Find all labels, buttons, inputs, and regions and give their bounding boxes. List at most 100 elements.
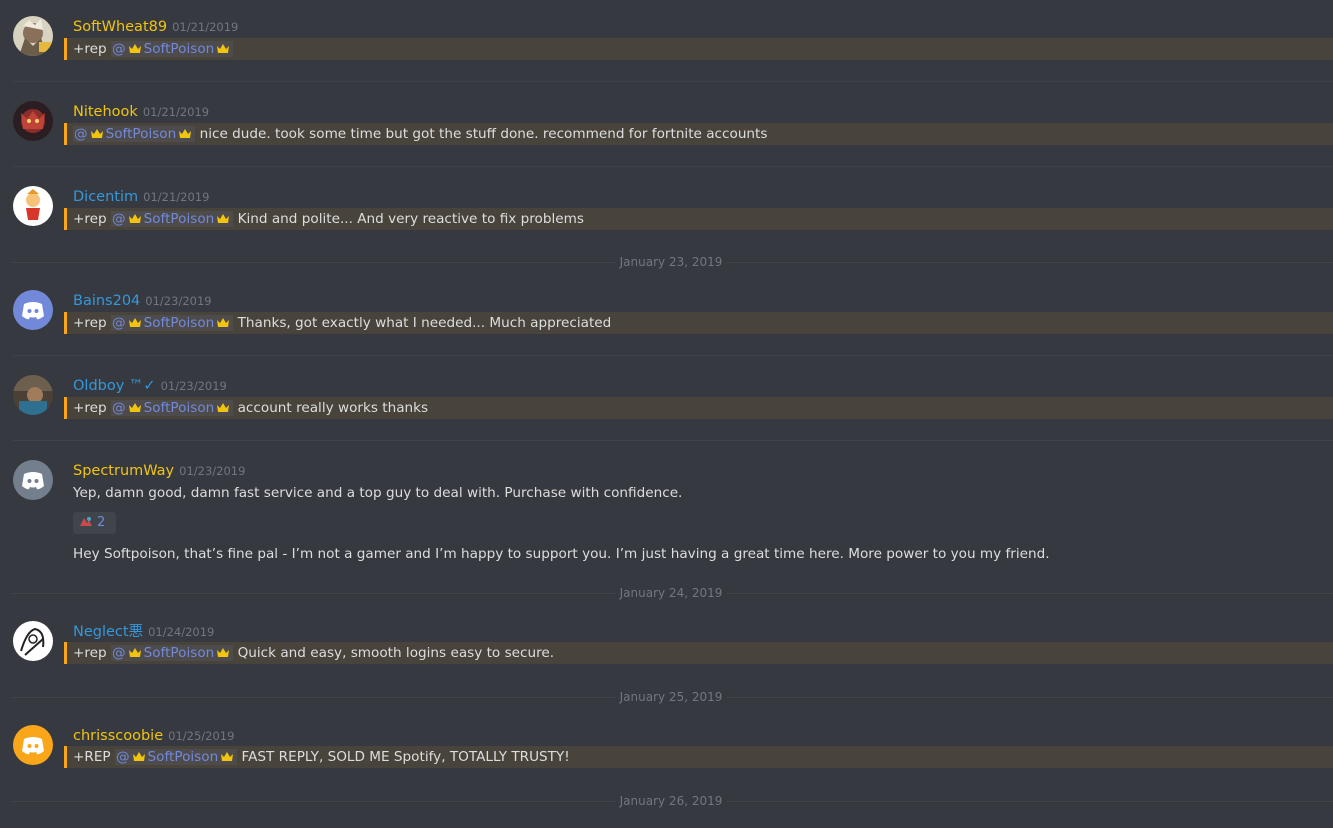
message-header: SpectrumWay 01/23/2019 (73, 460, 245, 481)
avatar[interactable] (13, 101, 53, 141)
avatar[interactable] (13, 290, 53, 330)
message-content: +rep @ SoftPoison Thanks, got exactly wha… (64, 312, 1333, 334)
user-mention[interactable]: @ SoftPoison (111, 41, 234, 57)
crown-icon (128, 403, 141, 412)
message-separator (13, 81, 1333, 82)
username[interactable]: Oldboy ™✓ (73, 378, 156, 394)
user-mention[interactable]: @ SoftPoison (73, 126, 196, 142)
user-mention[interactable]: @ SoftPoison (111, 400, 234, 416)
message-content: @ SoftPoison nice dude. took some time bu… (64, 123, 1333, 145)
message-content: +rep @ SoftPoison Kind and polite... And … (64, 208, 1333, 230)
message-separator (13, 166, 1333, 167)
user-mention[interactable]: @ SoftPoison (111, 211, 234, 227)
anime-avatar-icon (13, 16, 53, 56)
message-separator (13, 440, 1333, 441)
timestamp: 01/21/2019 (142, 105, 210, 119)
message-header: Oldboy ™✓ 01/23/2019 (73, 375, 227, 396)
timestamp: 01/21/2019 (172, 20, 239, 34)
username[interactable]: Nitehook (73, 104, 138, 120)
crown-icon (217, 214, 230, 223)
avatar[interactable] (13, 186, 53, 226)
date-divider-label: January 24, 2019 (615, 585, 727, 601)
crown-icon (217, 318, 230, 327)
date-divider-label: January 25, 2019 (615, 689, 727, 705)
avatar[interactable] (13, 725, 53, 765)
avatar[interactable] (13, 621, 53, 661)
reaction-button[interactable]: 2 (73, 512, 116, 534)
message-separator (13, 355, 1333, 356)
cartoon-avatar-icon (13, 186, 53, 226)
rep-prefix: +rep (73, 211, 107, 227)
crown-icon (217, 648, 230, 657)
message-text: Kind and polite... And very reactive to … (237, 211, 584, 227)
crown-icon (128, 318, 141, 327)
sketch-avatar-icon (13, 621, 53, 661)
reaction-count: 2 (97, 515, 106, 530)
message-text: Thanks, got exactly what I needed... Muc… (237, 315, 612, 331)
message-text: Yep, damn good, damn fast service and a … (73, 485, 683, 501)
avatar[interactable] (13, 16, 53, 56)
date-divider-label: January 26, 2019 (615, 793, 727, 809)
username[interactable]: Bains204 (73, 293, 140, 309)
avatar[interactable] (13, 460, 53, 500)
message-header: chrisscoobie 01/25/2019 (73, 725, 234, 746)
crown-icon (128, 44, 141, 53)
message-content: Yep, damn good, damn fast service and a … (64, 482, 1333, 504)
photo-avatar-icon (13, 375, 53, 415)
message-header: SoftWheat89 01/21/2019 (73, 16, 238, 37)
message-content: +REP @ SoftPoison FAST REPLY, SOLD ME Spo… (64, 746, 1333, 768)
date-divider-label: January 23, 2019 (615, 254, 727, 270)
message-text: Quick and easy, smooth logins easy to se… (237, 645, 555, 661)
timestamp: 01/24/2019 (148, 625, 215, 639)
emoji-icon (80, 517, 92, 526)
timestamp: 01/25/2019 (168, 729, 235, 743)
date-divider: January 25, 2019 (13, 689, 1333, 705)
message-text: nice dude. took some time but got the st… (199, 126, 768, 142)
message-header: Dicentim 01/21/2019 (73, 186, 209, 207)
timestamp: 01/21/2019 (143, 190, 210, 204)
crown-icon (221, 752, 234, 761)
username[interactable]: Dicentim (73, 189, 138, 205)
message-text: account really works thanks (237, 400, 429, 416)
message-content: +rep @ SoftPoison (64, 38, 1333, 60)
user-mention[interactable]: @ SoftPoison (114, 749, 238, 765)
chat-messages: SoftWheat89 01/21/2019 +rep @ SoftPoison N… (0, 0, 1333, 828)
character-avatar-icon (13, 101, 53, 141)
message-header: Bains204 01/23/2019 (73, 290, 212, 311)
crown-icon (132, 752, 145, 761)
discord-default-avatar-icon (13, 460, 53, 500)
rep-prefix: +rep (73, 400, 107, 416)
username[interactable]: Neglect悪 (73, 624, 143, 640)
crown-icon (128, 214, 141, 223)
crown-icon (90, 129, 103, 138)
timestamp: 01/23/2019 (160, 379, 227, 393)
rep-prefix: +REP (73, 749, 111, 765)
message-content: +rep @ SoftPoison Quick and easy, smooth … (64, 642, 1333, 664)
username[interactable]: SoftWheat89 (73, 19, 167, 35)
rep-prefix: +rep (73, 41, 107, 57)
username[interactable]: SpectrumWay (73, 463, 174, 479)
message-content: +rep @ SoftPoison account really works th… (64, 397, 1333, 419)
message-content: Hey Softpoison, that’s fine pal - I’m no… (64, 543, 1333, 565)
crown-icon (128, 648, 141, 657)
date-divider: January 23, 2019 (13, 254, 1333, 270)
message-header: Nitehook 01/21/2019 (73, 101, 209, 122)
date-divider: January 26, 2019 (13, 793, 1333, 809)
username[interactable]: chrisscoobie (73, 728, 163, 744)
rep-prefix: +rep (73, 645, 107, 661)
message-text: Hey Softpoison, that’s fine pal - I’m no… (73, 546, 1050, 562)
message-text: FAST REPLY, SOLD ME Spotify, TOTALLY TRU… (241, 749, 570, 765)
user-mention[interactable]: @ SoftPoison (111, 645, 234, 661)
crown-icon (217, 403, 230, 412)
user-mention[interactable]: @ SoftPoison (111, 315, 234, 331)
timestamp: 01/23/2019 (179, 464, 246, 478)
discord-default-avatar-icon (13, 725, 53, 765)
discord-default-avatar-icon (13, 290, 53, 330)
crown-icon (179, 129, 192, 138)
date-divider: January 24, 2019 (13, 585, 1333, 601)
message-header: Neglect悪 01/24/2019 (73, 621, 214, 642)
timestamp: 01/23/2019 (145, 294, 212, 308)
rep-prefix: +rep (73, 315, 107, 331)
crown-icon (217, 44, 230, 53)
avatar[interactable] (13, 375, 53, 415)
